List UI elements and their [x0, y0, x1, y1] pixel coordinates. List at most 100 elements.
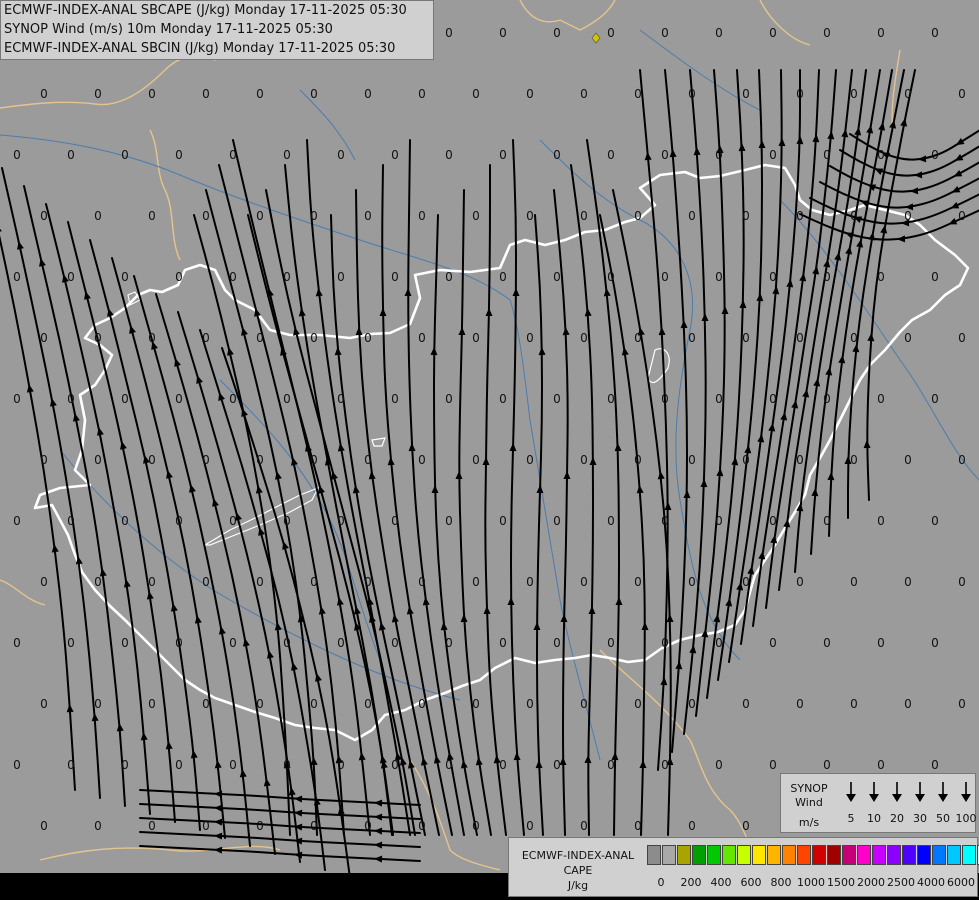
grid-value: 0 [877, 270, 885, 284]
grid-value: 0 [688, 331, 696, 345]
cape-color-swatch [662, 845, 676, 865]
grid-value: 0 [472, 819, 480, 833]
synop-speed-arrow-icon [912, 780, 928, 804]
grid-value: 0 [715, 514, 723, 528]
cape-color-swatch [677, 845, 691, 865]
grid-value: 0 [445, 270, 453, 284]
grid-value: 0 [499, 26, 507, 40]
grid-value: 0 [67, 270, 75, 284]
grid-value: 0 [904, 575, 912, 589]
grid-value: 0 [715, 392, 723, 406]
grid-value: 0 [904, 697, 912, 711]
grid-value: 0 [310, 87, 318, 101]
grid-value: 0 [688, 697, 696, 711]
grid-value: 0 [121, 270, 129, 284]
cape-swatch-bar [647, 845, 979, 865]
grid-value: 0 [283, 758, 291, 772]
grid-value: 0 [121, 514, 129, 528]
cape-color-swatch [872, 845, 886, 865]
grid-value: 0 [958, 209, 966, 223]
grid-value: 0 [94, 697, 102, 711]
grid-value: 0 [445, 392, 453, 406]
grid-value: 0 [256, 453, 264, 467]
grid-value: 0 [877, 148, 885, 162]
grid-value: 0 [121, 636, 129, 650]
grid-value: 0 [202, 331, 210, 345]
grid-value: 0 [661, 270, 669, 284]
grid-value: 0 [229, 270, 237, 284]
grid-value: 0 [364, 697, 372, 711]
grid-value: 0 [13, 148, 21, 162]
grid-value: 0 [40, 697, 48, 711]
grid-value: 0 [823, 26, 831, 40]
grid-value: 0 [94, 87, 102, 101]
grid-value: 0 [148, 575, 156, 589]
grid-value: 0 [13, 392, 21, 406]
grid-value: 0 [742, 453, 750, 467]
grid-value: 0 [769, 636, 777, 650]
cape-color-swatch [932, 845, 946, 865]
grid-value: 0 [850, 453, 858, 467]
grid-value: 0 [472, 697, 480, 711]
grid-value: 0 [931, 26, 939, 40]
grid-value: 0 [337, 636, 345, 650]
grid-value: 0 [607, 270, 615, 284]
grid-value: 0 [310, 819, 318, 833]
grid-value: 0 [634, 575, 642, 589]
grid-value: 0 [418, 819, 426, 833]
grid-value: 0 [67, 514, 75, 528]
grid-value: 0 [688, 575, 696, 589]
grid-value: 0 [661, 392, 669, 406]
grid-value: 0 [202, 697, 210, 711]
grid-value: 0 [904, 453, 912, 467]
grid-value: 0 [283, 514, 291, 528]
map-title-box: ECMWF-INDEX-ANAL SBCAPE (J/kg) Monday 17… [0, 0, 434, 60]
grid-value: 0 [823, 148, 831, 162]
grid-value: 0 [283, 636, 291, 650]
grid-value: 0 [148, 331, 156, 345]
grid-value: 0 [418, 453, 426, 467]
cape-color-swatch [812, 845, 826, 865]
grid-value: 0 [526, 209, 534, 223]
grid-value: 0 [229, 148, 237, 162]
grid-value: 0 [202, 209, 210, 223]
grid-value: 0 [526, 331, 534, 345]
synop-speed-arrow-icon [889, 780, 905, 804]
grid-value: 0 [40, 453, 48, 467]
grid-value: 0 [391, 758, 399, 772]
grid-value: 0 [499, 758, 507, 772]
grid-value: 0 [337, 758, 345, 772]
grid-value: 0 [607, 148, 615, 162]
grid-value: 0 [229, 758, 237, 772]
map-canvas: 0 0 0 0 0 0 0 0 0 0 0 0 0 0 0 0 0 0 0 0 0 0 0 0 0 0 0 0 0 0 0 0 0 0 0 0 0 0 0 0… [0, 0, 979, 900]
grid-value: 0 [445, 26, 453, 40]
grid-value: 0 [67, 636, 75, 650]
synop-speed-label: 20 [890, 812, 904, 825]
grid-value: 0 [40, 819, 48, 833]
grid-value: 0 [526, 575, 534, 589]
cape-color-legend: ECMWF-INDEX-ANAL CAPE J/kg 0 200 400 600 800… [508, 837, 979, 897]
grid-value: 0 [823, 270, 831, 284]
grid-value: 0 [445, 758, 453, 772]
cape-legend-units: J/kg [567, 879, 589, 892]
grid-value: 0 [175, 636, 183, 650]
grid-value: 0 [580, 575, 588, 589]
grid-value: 0 [796, 697, 804, 711]
grid-value: 0 [337, 392, 345, 406]
cape-scale-label: 600 [740, 876, 762, 889]
cape-color-swatch [722, 845, 736, 865]
grid-value: 0 [202, 575, 210, 589]
grid-value: 0 [661, 148, 669, 162]
grid-value: 0 [931, 514, 939, 528]
grid-value: 0 [607, 392, 615, 406]
grid-value: 0 [256, 819, 264, 833]
grid-value: 0 [958, 87, 966, 101]
cape-color-swatch [962, 845, 976, 865]
grid-value: 0 [796, 331, 804, 345]
grid-value: 0 [715, 26, 723, 40]
grid-value: 0 [40, 209, 48, 223]
grid-value: 0 [418, 87, 426, 101]
grid-value: 0 [526, 453, 534, 467]
grid-value: 0 [13, 758, 21, 772]
grid-value: 0 [661, 26, 669, 40]
